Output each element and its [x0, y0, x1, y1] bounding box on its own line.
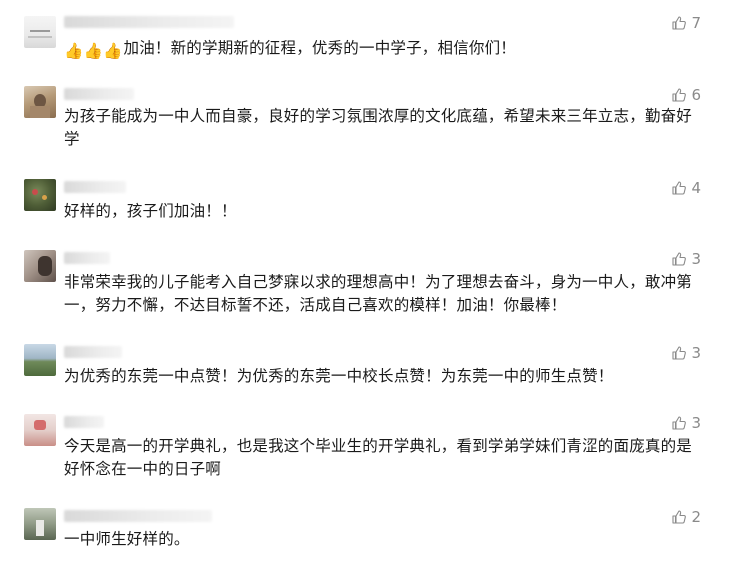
like-count: 3 [691, 250, 701, 268]
like-button[interactable]: 6 [671, 86, 701, 104]
like-count: 3 [691, 414, 701, 432]
comment-text: 好样的，孩子们加油！！ [64, 202, 237, 220]
thumbs-up-outline-icon [672, 510, 687, 524]
comment-text: 为孩子能成为一中人而自豪，良好的学习氛围浓厚的文化底蕴，希望未来三年立志，勤奋好… [64, 107, 693, 148]
nickname [64, 181, 126, 193]
thumbs-up-outline-icon [672, 346, 687, 360]
avatar[interactable] [24, 414, 56, 446]
avatar[interactable] [24, 250, 56, 282]
thumbs-up-outline-icon [672, 88, 687, 102]
like-button[interactable]: 3 [671, 414, 701, 432]
avatar[interactable] [24, 16, 56, 48]
avatar[interactable] [24, 508, 56, 540]
comment-body: 加油！新的学期新的征程，优秀的一中学子，相信你们！ [123, 39, 517, 57]
like-count: 2 [691, 508, 701, 526]
like-count: 7 [691, 14, 701, 32]
comment-text: 为优秀的东莞一中点赞！为优秀的东莞一中校长点赞！为东莞一中的师生点赞！ [64, 367, 614, 385]
thumbs-up-outline-icon [672, 181, 687, 195]
thumbs-up-outline-icon [672, 416, 687, 430]
like-count: 3 [691, 344, 701, 362]
comment-text: 一中师生好样的。 [64, 530, 190, 548]
nickname [64, 16, 234, 28]
avatar[interactable] [24, 86, 56, 118]
like-button[interactable]: 2 [671, 508, 701, 526]
nickname [64, 416, 104, 428]
like-count: 6 [691, 86, 701, 104]
nickname [64, 88, 134, 100]
avatar[interactable] [24, 344, 56, 376]
avatar[interactable] [24, 179, 56, 211]
like-button[interactable]: 7 [671, 14, 701, 32]
nickname [64, 252, 110, 264]
like-button[interactable]: 4 [671, 179, 701, 197]
like-button[interactable]: 3 [671, 250, 701, 268]
comment-text: 今天是高一的开学典礼，也是我这个毕业生的开学典礼，看到学弟学妹们青涩的面庞真的是… [64, 437, 693, 478]
like-button[interactable]: 3 [671, 344, 701, 362]
thumbs-up-outline-icon [672, 16, 687, 30]
nickname [64, 510, 212, 522]
comment-text: 非常荣幸我的儿子能考入自己梦寐以求的理想高中！为了理想去奋斗，身为一中人，敢冲第… [64, 273, 693, 314]
comment-text: 👍👍👍加油！新的学期新的征程，优秀的一中学子，相信你们！ [64, 37, 704, 63]
thumbs-up-outline-icon [672, 252, 687, 266]
nickname [64, 346, 122, 358]
thumbs-up-emoji-icon: 👍👍👍 [64, 42, 123, 60]
like-count: 4 [691, 179, 701, 197]
